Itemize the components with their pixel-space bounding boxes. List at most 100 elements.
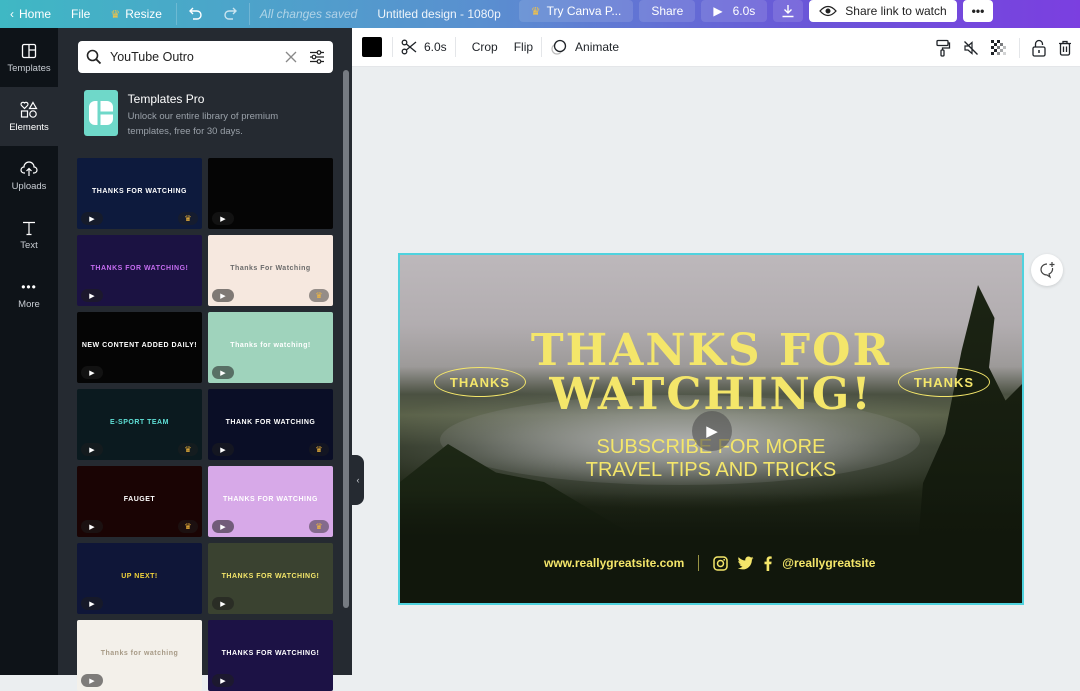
rail-label: Uploads xyxy=(11,180,47,192)
play-preview-icon[interactable]: ▶ xyxy=(212,289,234,302)
instagram-icon xyxy=(713,555,729,571)
play-preview-icon[interactable]: ▶ xyxy=(212,597,234,610)
scissors-icon xyxy=(401,39,417,55)
redo-icon xyxy=(224,7,237,20)
transparency-icon[interactable] xyxy=(991,39,1007,56)
promo-title: Templates Pro xyxy=(127,92,205,106)
template-thumbnail[interactable]: UP NEXT! ▶ xyxy=(77,543,202,614)
facebook-icon xyxy=(764,555,772,571)
more-options-button[interactable]: ••• xyxy=(962,0,994,22)
play-preview-icon[interactable]: ▶ xyxy=(81,289,103,302)
contact-footer: www.reallygreatsite.com @reallygreatsite xyxy=(544,555,875,571)
search-input[interactable] xyxy=(110,50,285,64)
design-canvas[interactable]: THANKS FOR WATCHING! THANKS THANKS SUBSC… xyxy=(398,253,1024,605)
template-thumbnail[interactable]: NEW CONTENT ADDED DAILY! ▶ xyxy=(77,312,202,383)
pro-crown-icon: ♛ xyxy=(309,443,329,456)
file-menu-button[interactable]: File xyxy=(61,0,100,28)
thanks-oval-left[interactable]: THANKS xyxy=(434,367,526,397)
play-icon: ▶ xyxy=(713,4,723,18)
resize-button[interactable]: ♛ Resize xyxy=(100,0,172,28)
play-icon: ▶ xyxy=(706,423,718,440)
play-preview-icon[interactable]: ▶ xyxy=(212,520,234,533)
play-preview-icon[interactable]: ▶ xyxy=(81,366,103,379)
twitter-icon xyxy=(738,556,754,570)
template-title: E-SPORT TEAM xyxy=(110,419,169,426)
home-label: Home xyxy=(19,7,52,21)
try-pro-button[interactable]: ♛ Try Canva P... xyxy=(518,0,634,22)
template-title: THANK FOR WATCHING xyxy=(225,419,316,426)
subscribe-line-2[interactable]: TRAVEL TIPS AND TRICKS xyxy=(400,459,1022,482)
rail-item-templates[interactable]: Templates xyxy=(0,28,58,87)
play-preview-icon[interactable]: ▶ xyxy=(212,674,234,687)
play-preview-icon[interactable]: ▶ xyxy=(212,443,234,456)
divider xyxy=(1019,37,1020,58)
website-text[interactable]: www.reallygreatsite.com xyxy=(544,556,684,570)
paint-roller-icon[interactable] xyxy=(935,39,951,57)
download-icon xyxy=(782,5,794,18)
templates-pro-promo[interactable]: Templates Pro Unlock our entire library … xyxy=(84,90,324,140)
play-preview-icon[interactable]: ▶ xyxy=(81,212,103,225)
template-thumbnail[interactable]: Thanks for watching! ▶ xyxy=(208,312,333,383)
template-thumbnail[interactable]: ▶ xyxy=(208,158,333,229)
play-preview-icon[interactable]: ▶ xyxy=(212,366,234,379)
template-thumbnail[interactable]: E-SPORT TEAM ▶ ♛ xyxy=(77,389,202,460)
promo-description: Unlock our entire library of premium tem… xyxy=(127,111,279,137)
home-button[interactable]: ‹ Home xyxy=(0,0,61,28)
design-title[interactable]: Untitled design - 1080p xyxy=(367,0,510,28)
divider xyxy=(698,555,700,571)
mute-icon[interactable] xyxy=(963,40,979,56)
share-button[interactable]: Share xyxy=(639,0,696,22)
redo-button[interactable] xyxy=(213,0,249,28)
trim-video-button[interactable]: 6.0s xyxy=(393,28,455,67)
panel-scrollbar[interactable] xyxy=(343,70,349,608)
pro-crown-icon: ♛ xyxy=(309,289,329,302)
template-thumbnail[interactable]: FAUGET ▶ ♛ xyxy=(77,466,202,537)
thanks-oval-right[interactable]: THANKS xyxy=(898,367,990,397)
flip-button[interactable]: Flip xyxy=(506,28,541,67)
template-thumbnail[interactable]: THANKS FOR WATCHING ▶ ♛ xyxy=(77,158,202,229)
rail-item-elements[interactable]: Elements xyxy=(0,87,58,146)
rail-item-more[interactable]: ••• More xyxy=(0,264,58,323)
animate-icon xyxy=(551,39,567,55)
rail-item-uploads[interactable]: Uploads xyxy=(0,146,58,205)
template-thumbnail[interactable]: THANKS FOR WATCHING ▶ ♛ xyxy=(208,466,333,537)
play-duration: 6.0s xyxy=(732,4,756,18)
filter-sliders-icon[interactable] xyxy=(309,49,325,65)
share-link-to-watch-button[interactable]: Share link to watch xyxy=(809,0,957,22)
template-thumbnail[interactable]: THANKS FOR WATCHING! ▶ xyxy=(77,235,202,306)
template-title: Thanks for watching xyxy=(100,650,179,657)
play-preview-icon[interactable]: ▶ xyxy=(81,597,103,610)
add-comment-icon xyxy=(1040,262,1055,279)
template-thumbnail[interactable]: THANKS FOR WATCHING! ▶ xyxy=(208,620,333,691)
resize-label: Resize xyxy=(125,7,162,21)
clear-search-icon[interactable] xyxy=(285,51,297,63)
video-play-button[interactable]: ▶ xyxy=(692,411,732,451)
rail-label: More xyxy=(18,298,40,310)
template-title: THANKS FOR WATCHING xyxy=(92,188,187,195)
trash-icon[interactable] xyxy=(1058,40,1072,56)
template-thumbnail[interactable]: Thanks For Watching ▶ ♛ xyxy=(208,235,333,306)
template-thumbnail[interactable]: THANKS FOR WATCHING! ▶ xyxy=(208,543,333,614)
animate-button[interactable]: Animate xyxy=(542,28,627,67)
add-comment-button[interactable] xyxy=(1031,254,1063,286)
download-button[interactable] xyxy=(773,0,804,22)
play-preview-icon[interactable]: ▶ xyxy=(212,212,234,225)
play-button[interactable]: ▶ 6.0s xyxy=(701,0,768,22)
crop-button[interactable]: Crop xyxy=(456,28,506,67)
play-preview-icon[interactable]: ▶ xyxy=(81,443,103,456)
more-dots-icon: ••• xyxy=(21,279,37,294)
undo-button[interactable] xyxy=(177,0,213,28)
play-preview-icon[interactable]: ▶ xyxy=(81,674,103,687)
color-swatch[interactable] xyxy=(362,37,382,57)
rail-label: Text xyxy=(20,239,38,251)
template-thumbnail[interactable]: Thanks for watching ▶ xyxy=(77,620,202,691)
template-title: THANKS FOR WATCHING! xyxy=(90,265,189,272)
headline-line-1[interactable]: THANKS FOR xyxy=(400,329,1022,373)
collapse-panel-button[interactable]: ‹ xyxy=(352,455,364,505)
template-thumbnail[interactable]: THANK FOR WATCHING ▶ ♛ xyxy=(208,389,333,460)
play-preview-icon[interactable]: ▶ xyxy=(81,520,103,533)
unlock-icon[interactable] xyxy=(1032,39,1046,57)
text-icon xyxy=(20,219,38,237)
social-handle-text[interactable]: @reallygreatsite xyxy=(782,556,875,570)
rail-item-text[interactable]: Text xyxy=(0,205,58,264)
